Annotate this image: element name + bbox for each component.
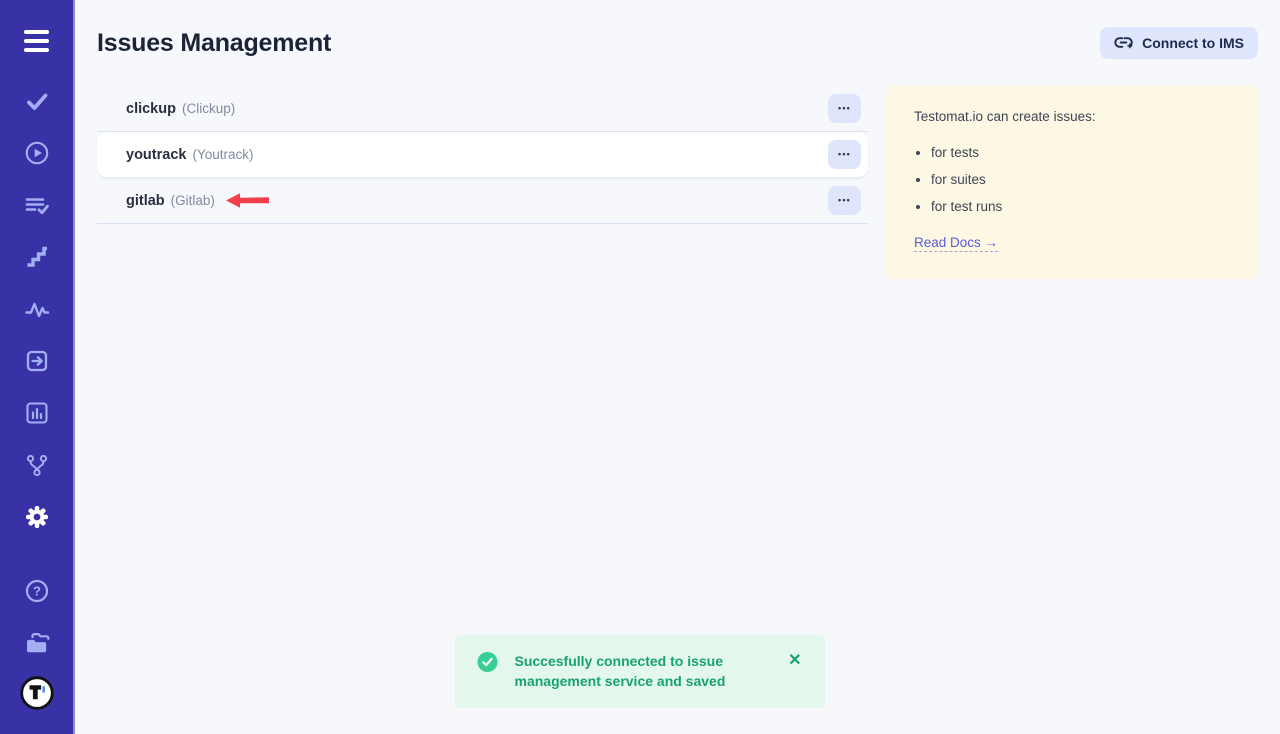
pulse-icon	[23, 295, 51, 323]
testomat-logo-icon	[19, 675, 55, 711]
testomat-logo[interactable]	[19, 675, 55, 711]
check-icon	[23, 87, 51, 115]
list-check-icon	[23, 191, 51, 219]
sidebar-item-reports[interactable]	[23, 399, 51, 427]
info-panel: Testomat.io can create issues: for tests…	[886, 86, 1258, 279]
integrations-list: clickup (Clickup) ••• youtrack (Youtrack…	[97, 86, 868, 224]
help-circle-icon: ?	[23, 577, 51, 605]
ellipsis-icon: •••	[838, 104, 851, 113]
login-box-icon	[23, 347, 51, 375]
integration-type: (Clickup)	[182, 101, 235, 116]
play-circle-icon	[23, 139, 51, 167]
integration-name: gitlab	[126, 193, 165, 209]
row-menu-button[interactable]: •••	[828, 186, 861, 215]
sidebar-item-help[interactable]: ?	[23, 577, 51, 605]
info-item: for test runs	[931, 199, 1230, 214]
bar-chart-icon	[23, 399, 51, 427]
stairs-icon	[23, 243, 51, 271]
ellipsis-icon: •••	[838, 196, 851, 205]
toast-close-button[interactable]: ✕	[788, 651, 801, 671]
ellipsis-icon: •••	[838, 150, 851, 159]
red-arrow-left-icon	[224, 192, 271, 209]
red-arrow-annotation	[224, 192, 271, 209]
page-header: Issues Management Connect to IMS	[97, 27, 1258, 59]
close-icon: ✕	[788, 652, 801, 669]
sidebar-item-milestones[interactable]	[23, 243, 51, 271]
integration-name: clickup	[126, 101, 176, 117]
sidebar-item-runs[interactable]	[23, 139, 51, 167]
success-toast: Succesfully connected to issue managemen…	[455, 635, 826, 708]
integration-row-clickup[interactable]: clickup (Clickup) •••	[97, 86, 868, 132]
info-item: for tests	[931, 145, 1230, 160]
sidebar-item-test-plans[interactable]	[23, 191, 51, 219]
folders-icon	[23, 629, 51, 657]
integration-row-youtrack[interactable]: youtrack (Youtrack) •••	[97, 132, 868, 178]
sidebar-item-tests[interactable]	[23, 87, 51, 115]
connect-to-ims-button[interactable]: Connect to IMS	[1100, 27, 1258, 59]
main-content: Issues Management Connect to IMS clickup…	[75, 0, 1280, 734]
sidebar: ?	[0, 0, 75, 734]
sidebar-item-settings[interactable]	[23, 503, 51, 531]
integration-type: (Youtrack)	[192, 147, 253, 162]
row-menu-button[interactable]: •••	[828, 140, 861, 169]
read-docs-link[interactable]: Read Docs →	[914, 235, 998, 252]
integration-row-gitlab[interactable]: gitlab (Gitlab) •••	[97, 178, 868, 224]
integration-type: (Gitlab)	[171, 193, 215, 208]
row-menu-button[interactable]: •••	[828, 94, 861, 123]
sidebar-item-branches[interactable]	[23, 451, 51, 479]
info-panel-list: for tests for suites for test runs	[931, 145, 1230, 214]
settings-gear-icon	[23, 503, 51, 531]
toast-message: Succesfully connected to issue managemen…	[515, 651, 789, 691]
sidebar-item-projects[interactable]	[23, 629, 51, 657]
hamburger-icon	[24, 30, 49, 35]
sidebar-item-import[interactable]	[23, 347, 51, 375]
info-panel-title: Testomat.io can create issues:	[914, 109, 1230, 124]
success-check-icon	[478, 652, 498, 672]
page-title: Issues Management	[97, 29, 331, 58]
branch-fork-icon	[23, 451, 51, 479]
integration-name: youtrack	[126, 147, 186, 163]
menu-toggle-button[interactable]	[21, 25, 53, 57]
connect-button-label: Connect to IMS	[1142, 35, 1244, 51]
question-glyph: ?	[33, 584, 41, 599]
link-icon	[1114, 36, 1133, 50]
sidebar-item-analytics[interactable]	[23, 295, 51, 323]
info-item: for suites	[931, 172, 1230, 187]
content-area: clickup (Clickup) ••• youtrack (Youtrack…	[97, 86, 1258, 279]
